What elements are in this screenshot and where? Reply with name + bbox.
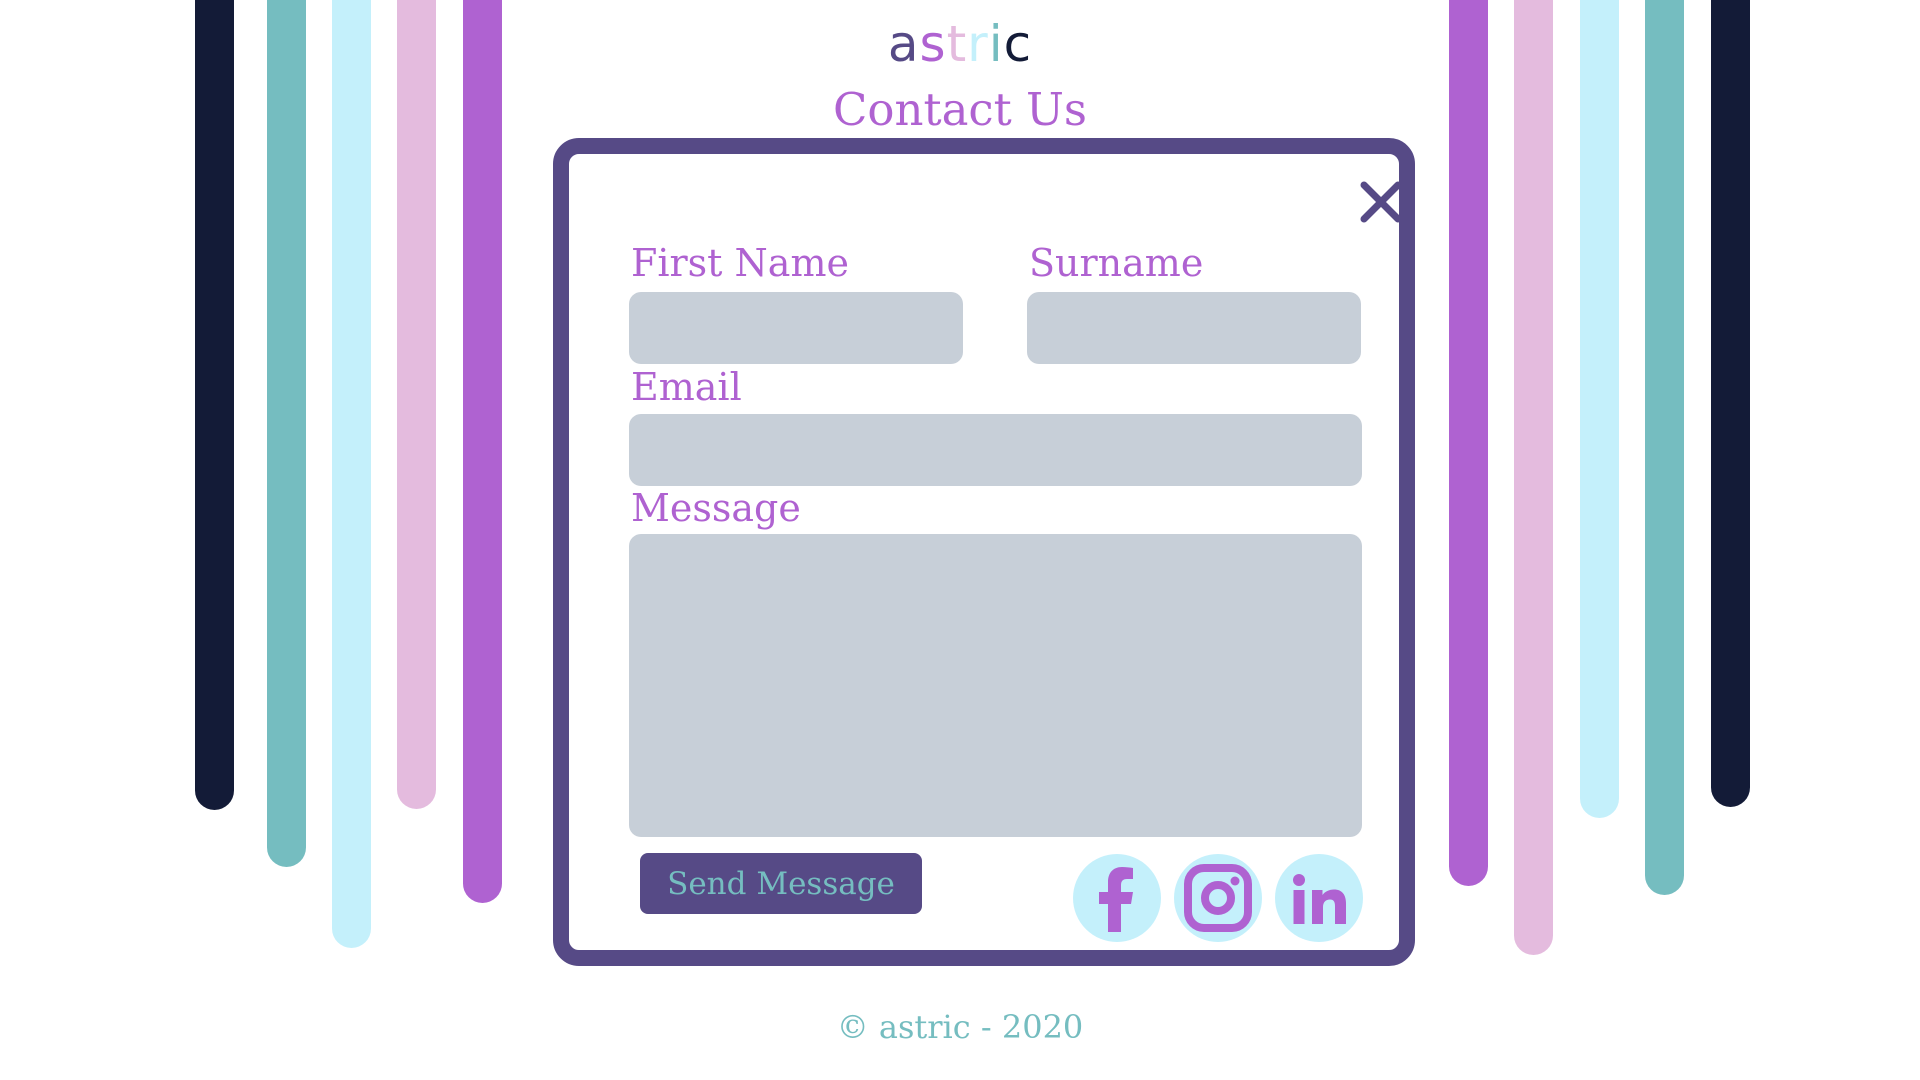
send-message-button[interactable]: Send Message xyxy=(640,853,922,914)
logo-letter: r xyxy=(967,15,989,73)
decorative-stripe xyxy=(332,0,371,948)
contact-form-card: First Name Surname Email Message Send Me… xyxy=(553,138,1415,966)
instagram-icon xyxy=(1184,864,1252,932)
email-label: Email xyxy=(631,365,742,409)
decorative-stripe xyxy=(1514,0,1553,955)
message-field[interactable] xyxy=(629,534,1362,837)
logo-letter: t xyxy=(946,15,968,73)
logo-letter: i xyxy=(988,15,1004,73)
first-name-label: First Name xyxy=(631,241,849,285)
email-field[interactable] xyxy=(629,414,1362,486)
logo-letter: s xyxy=(919,15,947,73)
close-button[interactable] xyxy=(1359,180,1403,224)
linkedin-icon xyxy=(1293,874,1346,924)
message-label: Message xyxy=(631,486,801,530)
brand-logo[interactable]: astric xyxy=(0,14,1920,74)
facebook-icon xyxy=(1099,867,1133,932)
logo-letter: a xyxy=(887,15,920,73)
surname-label: Surname xyxy=(1029,241,1204,285)
footer-copyright: © astric - 2020 xyxy=(836,1008,1084,1046)
linkedin-link[interactable] xyxy=(1275,854,1363,942)
page: astric Contact Us First Name Surname Ema… xyxy=(0,0,1920,1080)
logo-letter: c xyxy=(1003,15,1033,73)
instagram-link[interactable] xyxy=(1174,854,1262,942)
page-title: Contact Us xyxy=(832,83,1088,136)
close-icon xyxy=(1360,181,1402,223)
facebook-link[interactable] xyxy=(1073,854,1161,942)
first-name-field[interactable] xyxy=(629,292,963,364)
surname-field[interactable] xyxy=(1027,292,1361,364)
